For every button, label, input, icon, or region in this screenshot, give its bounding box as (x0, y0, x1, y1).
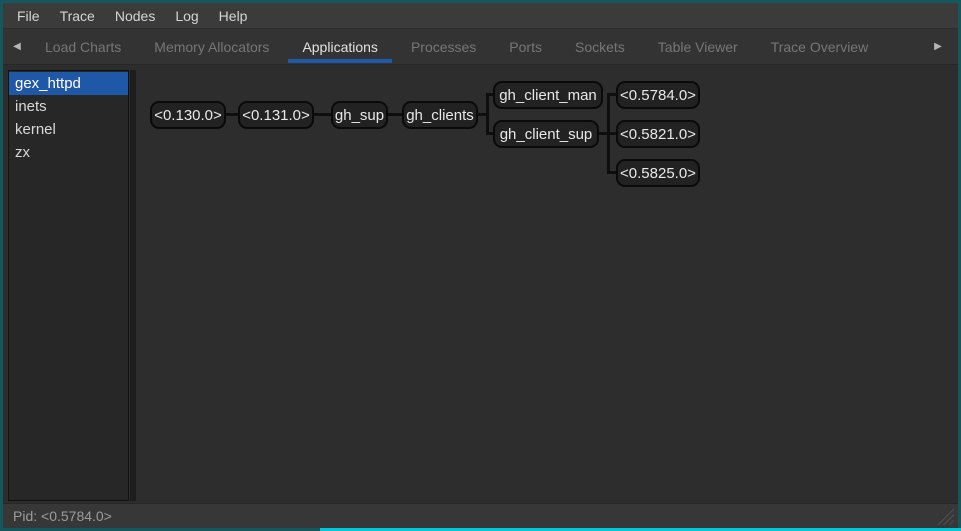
status-text: Pid: <0.5784.0> (13, 508, 112, 524)
tab-processes[interactable]: Processes (397, 29, 490, 64)
tab-ports[interactable]: Ports (495, 29, 556, 64)
tab-sockets[interactable]: Sockets (561, 29, 639, 64)
tab-table-viewer[interactable]: Table Viewer (644, 29, 752, 64)
tree-node-gh-clients[interactable]: gh_clients (402, 101, 478, 129)
observer-window: File Trace Nodes Log Help ◀ Load ChartsMemor… (0, 0, 961, 531)
menu-bar: File Trace Nodes Log Help (3, 3, 958, 29)
menu-log[interactable]: Log (173, 8, 200, 24)
menu-nodes[interactable]: Nodes (113, 8, 157, 24)
tree-node-0-130-0[interactable]: <0.130.0> (150, 101, 226, 129)
sidebar-item-inets[interactable]: inets (9, 95, 128, 118)
application-list: gex_httpdinetskernelzx (8, 70, 129, 501)
tab-trace-overview[interactable]: Trace Overview (757, 29, 883, 64)
tab-memory-allocators[interactable]: Memory Allocators (140, 29, 283, 64)
tree-node-0-5825-0[interactable]: <0.5825.0> (616, 159, 700, 187)
tab-applications[interactable]: Applications (288, 29, 392, 64)
applications-panel: gex_httpdinetskernelzx (3, 64, 958, 503)
tree-node-gh-sup[interactable]: gh_sup (331, 101, 388, 129)
sidebar-item-kernel[interactable]: kernel (9, 118, 128, 141)
status-bar: Pid: <0.5784.0> (3, 503, 958, 528)
tab-strip: Load ChartsMemory AllocatorsApplications… (31, 29, 882, 64)
tree-node-0-5784-0[interactable]: <0.5784.0> (616, 81, 700, 109)
tree-node-0-5821-0[interactable]: <0.5821.0> (616, 120, 700, 148)
tree-node-gh-client-sup[interactable]: gh_client_sup (493, 120, 599, 148)
tab-bar: ◀ Load ChartsMemory AllocatorsApplicatio… (3, 29, 958, 64)
tab-scroll-left-button[interactable]: ◀ (3, 29, 31, 64)
sidebar-item-gex-httpd[interactable]: gex_httpd (9, 72, 128, 95)
menu-help[interactable]: Help (217, 8, 250, 24)
sidebar-item-zx[interactable]: zx (9, 141, 128, 164)
menu-trace[interactable]: Trace (58, 8, 97, 24)
tab-scroll-right-button[interactable]: ▶ (924, 29, 952, 64)
menu-file[interactable]: File (15, 8, 42, 24)
window-content: File Trace Nodes Log Help ◀ Load ChartsMemor… (3, 3, 958, 528)
tab-load-charts[interactable]: Load Charts (31, 29, 135, 64)
tree-node-0-131-0[interactable]: <0.131.0> (238, 101, 314, 129)
application-list-scrollbar[interactable] (130, 70, 136, 501)
tree-node-gh-client-man[interactable]: gh_client_man (493, 81, 603, 109)
resize-grip-icon[interactable] (934, 507, 954, 525)
